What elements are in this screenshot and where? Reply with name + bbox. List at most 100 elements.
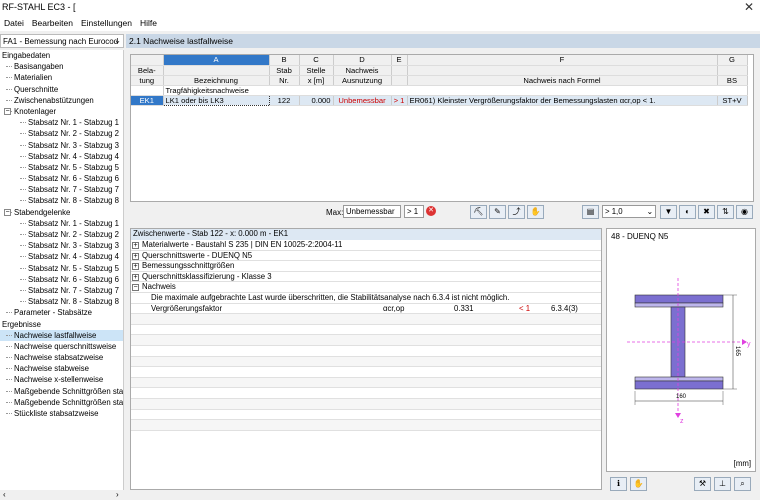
tree-item[interactable]: Stabsatz Nr. 7 - Stabzug 7 — [0, 184, 123, 195]
expand-icon[interactable]: + — [132, 274, 139, 281]
tree-item[interactable]: Stabsatz Nr. 8 - Stabzug 8 — [0, 296, 123, 307]
unit-label: [mm] — [734, 459, 751, 468]
scroll-right-icon[interactable]: › — [116, 490, 119, 499]
cell-loadcase[interactable]: EK1 — [131, 95, 163, 105]
tree-item[interactable]: Stabsatz Nr. 2 - Stabzug 2 — [0, 128, 123, 139]
tree-item-label: Maßgebende Schnittgrößen sta — [14, 387, 123, 396]
collapse-icon[interactable]: − — [4, 209, 11, 216]
col-header: Bezeichnung — [163, 75, 269, 85]
pick-member-icon[interactable]: ⤴ — [508, 205, 525, 219]
value-number: 0.331 — [454, 304, 474, 315]
tree-item[interactable]: Materialien — [0, 72, 123, 83]
tree-item[interactable]: Nachweise querschnittsweise — [0, 341, 123, 352]
expand-icon[interactable]: + — [132, 253, 139, 260]
tree-item[interactable]: Maßgebende Schnittgrößen sta — [0, 397, 123, 408]
list-item[interactable]: −Nachweis — [131, 282, 601, 293]
table-row[interactable]: EK1 LK1 oder bis LK3 122 0.000 Unbemessb… — [131, 95, 747, 105]
tree-item[interactable]: −Knotenlager — [0, 106, 123, 117]
cell-member[interactable]: 122 — [269, 95, 299, 105]
list-item[interactable]: +Querschnittsklassifizierung - Klasse 3 — [131, 272, 601, 283]
info-icon[interactable]: ℹ — [610, 477, 627, 491]
tree-item[interactable]: Ergebnisse — [0, 319, 123, 330]
tree-item[interactable]: Nachweise stabweise — [0, 363, 123, 374]
tree-item[interactable]: Querschnitte — [0, 84, 123, 95]
axis-icon[interactable]: ⊥ — [714, 477, 731, 491]
cell-formula[interactable]: ER061) Kleinster Vergrößerungsfaktor der… — [407, 95, 717, 105]
tree-item[interactable]: Stabsatz Nr. 8 - Stabzug 8 — [0, 195, 123, 206]
tree-item[interactable]: Stabsatz Nr. 5 - Stabzug 5 — [0, 263, 123, 274]
tree-item[interactable]: Stabsatz Nr. 6 - Stabzug 6 — [0, 173, 123, 184]
tree-item-label: Eingabedaten — [2, 51, 50, 60]
menu-einstellungen[interactable]: Einstellungen — [81, 15, 132, 28]
expand-icon[interactable]: + — [132, 242, 139, 249]
tree-item[interactable]: Eingabedaten — [0, 50, 123, 61]
list-item[interactable]: +Querschnittswerte - DUENQ N5 — [131, 251, 601, 262]
col-letter: B — [269, 55, 299, 65]
tree-item[interactable]: Maßgebende Schnittgrößen sta — [0, 386, 123, 397]
tree-item[interactable]: Stabsatz Nr. 4 - Stabzug 4 — [0, 251, 123, 262]
title-bar: RF-STAHL EC3 - [ ✕ — [0, 0, 760, 15]
tree-item[interactable]: Parameter - Stabsätze — [0, 307, 123, 318]
tree-item[interactable]: Stabsatz Nr. 3 - Stabzug 3 — [0, 240, 123, 251]
tree-item-label: Stabsatz Nr. 6 - Stabzug 6 — [28, 275, 119, 284]
group-label: Tragfähigkeitsnachweise — [163, 85, 747, 95]
scroll-left-icon[interactable]: ‹ — [3, 490, 6, 499]
design-case-select[interactable]: FA1 - Bemessung nach Eurocod ⌄ — [0, 34, 124, 48]
view-icon[interactable]: ◉ — [736, 205, 753, 219]
collapse-icon[interactable]: − — [132, 284, 139, 291]
cell-ratio[interactable]: Unbemessbar — [333, 95, 391, 105]
tree-item[interactable]: Stabsatz Nr. 3 - Stabzug 3 — [0, 140, 123, 151]
value-row[interactable]: Vergrößerungsfaktor αcr,op 0.331 < 1 6.3… — [131, 304, 601, 315]
tree-item[interactable]: Stabsatz Nr. 7 - Stabzug 7 — [0, 285, 123, 296]
list-item[interactable]: +Bemessungsschnittgrößen — [131, 261, 601, 272]
cross-section-title: 48 - DUENQ N5 — [607, 229, 755, 244]
tree-item[interactable]: Nachweise lastfallweise — [0, 330, 123, 341]
list-item[interactable]: +Materialwerte - Baustahl S 235 | DIN EN… — [131, 240, 601, 251]
menu-datei[interactable]: Datei — [4, 15, 24, 28]
tree-item[interactable]: Stabsatz Nr. 4 - Stabzug 4 — [0, 151, 123, 162]
tree-item[interactable]: Stabsatz Nr. 2 - Stabzug 2 — [0, 229, 123, 240]
tree-item[interactable]: Nachweise stabsatzweise — [0, 352, 123, 363]
hand-icon[interactable]: ✋ — [527, 205, 544, 219]
results-table: A B C D E F G Bela- Stab Stelle Nachweis… — [130, 54, 754, 202]
chevron-down-icon: ⌄ — [114, 36, 121, 45]
color-scale-icon[interactable]: ◐ — [679, 205, 696, 219]
close-icon[interactable]: ✕ — [744, 0, 754, 14]
navigator-tree: EingabedatenBasisangabenMaterialienQuers… — [0, 50, 124, 491]
tree-item-label: Stabsatz Nr. 7 - Stabzug 7 — [28, 286, 119, 295]
hand-icon[interactable]: ✋ — [630, 477, 647, 491]
cell-bs[interactable]: ST+V — [717, 95, 747, 105]
tree-item[interactable]: Stabsatz Nr. 1 - Stabzug 1 — [0, 218, 123, 229]
menu-bearbeiten[interactable]: Bearbeiten — [32, 15, 73, 28]
zoom-icon[interactable]: ⌕ — [734, 477, 751, 491]
tree-item[interactable]: Nachweise x-stellenweise — [0, 374, 123, 385]
cell-compare[interactable]: > 1 — [391, 95, 407, 105]
filter-icon[interactable]: ▼ — [660, 205, 677, 219]
table-settings-icon[interactable]: ▤ — [582, 205, 599, 219]
filter-select[interactable]: > 1,0⌄ — [602, 205, 656, 218]
highlight-icon[interactable]: ✎ — [489, 205, 506, 219]
message-row: Die maximale aufgebrachte Last wurde übe… — [131, 293, 601, 304]
tree-item[interactable]: Zwischenabstützungen — [0, 95, 123, 106]
tree-item[interactable]: Stückliste stabsatzweise — [0, 408, 123, 419]
group-label: Materialwerte - Baustahl S 235 | DIN EN … — [131, 240, 342, 249]
cell-name[interactable]: LK1 oder bis LK3 — [163, 95, 269, 105]
menu-hilfe[interactable]: Hilfe — [140, 15, 157, 28]
excel-export-icon[interactable]: ✖ — [698, 205, 715, 219]
relation-icon[interactable]: ⇅ — [717, 205, 734, 219]
tree-item[interactable]: Basisangaben — [0, 61, 123, 72]
expand-icon[interactable]: + — [132, 263, 139, 270]
cell-location[interactable]: 0.000 — [299, 95, 333, 105]
tree-item[interactable]: Stabsatz Nr. 5 - Stabzug 5 — [0, 162, 123, 173]
tree-scrollbar[interactable]: ‹ › — [0, 490, 124, 500]
value-symbol: αcr,op — [383, 304, 404, 315]
tree-item[interactable]: Stabsatz Nr. 6 - Stabzug 6 — [0, 274, 123, 285]
filter-members-icon[interactable]: ⛏ — [470, 205, 487, 219]
tree-item-label: Stabsatz Nr. 2 - Stabzug 2 — [28, 129, 119, 138]
value-compare: < 1 — [519, 304, 530, 315]
tree-item[interactable]: Stabsatz Nr. 1 - Stabzug 1 — [0, 117, 123, 128]
tree-item[interactable]: −Stabendgelenke — [0, 207, 123, 218]
collapse-icon[interactable]: − — [4, 108, 11, 115]
tree-item-label: Ergebnisse — [2, 320, 41, 329]
section-view-icon[interactable]: ⚒ — [694, 477, 711, 491]
